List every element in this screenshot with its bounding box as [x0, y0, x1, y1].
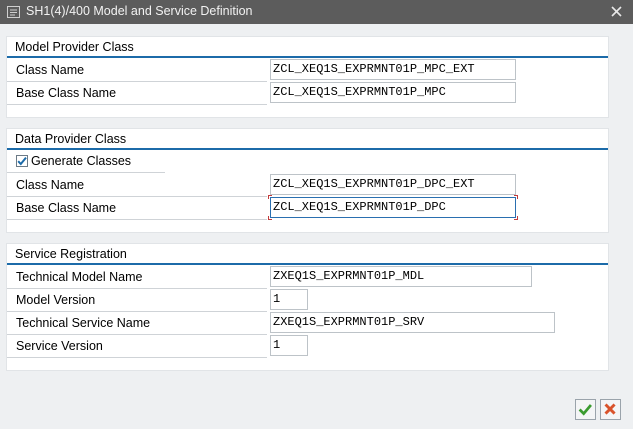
cancel-x-icon [604, 403, 616, 415]
data-provider-group: Data Provider Class Generate Classes Cla… [6, 128, 609, 233]
dialog-body: Model Provider Class Class Name ZCL_XEQ1… [0, 24, 633, 429]
focus-corner [514, 195, 518, 199]
dpc-base-class-label: Base Class Name [16, 201, 117, 215]
service-registration-group: Service Registration Technical Model Nam… [6, 243, 609, 371]
model-provider-group: Model Provider Class Class Name ZCL_XEQ1… [6, 36, 609, 118]
service-version-field[interactable]: 1 [270, 335, 308, 356]
model-version-label: Model Version [16, 293, 96, 307]
service-version-label: Service Version [16, 339, 103, 353]
focus-corner [514, 216, 518, 220]
tech-service-name-field[interactable]: ZXEQ1S_EXPRMNT01P_SRV [270, 312, 555, 333]
checkmark-icon [578, 404, 592, 416]
group-divider [7, 263, 608, 265]
tech-service-name-label: Technical Service Name [16, 316, 151, 330]
mpc-class-name-field[interactable]: ZCL_XEQ1S_EXPRMNT01P_MPC_EXT [270, 59, 516, 80]
group-title: Data Provider Class [15, 132, 127, 146]
row-divider [7, 219, 267, 220]
mpc-base-class-label: Base Class Name [16, 86, 117, 100]
window-titlebar: SH1(4)/400 Model and Service Definition [0, 0, 633, 24]
tech-model-name-label: Technical Model Name [16, 270, 143, 284]
group-title: Service Registration [15, 247, 127, 261]
row-divider [7, 357, 267, 358]
generate-classes-label: Generate Classes [31, 154, 132, 168]
row-divider [7, 288, 267, 289]
row-divider [7, 311, 267, 312]
row-divider [7, 334, 267, 335]
focus-corner [268, 195, 272, 199]
dpc-class-name-field[interactable]: ZCL_XEQ1S_EXPRMNT01P_DPC_EXT [270, 174, 516, 195]
tech-model-name-field[interactable]: ZXEQ1S_EXPRMNT01P_MDL [270, 266, 532, 287]
mpc-base-class-field[interactable]: ZCL_XEQ1S_EXPRMNT01P_MPC [270, 82, 516, 103]
generate-classes-checkbox[interactable] [16, 155, 28, 167]
ok-button[interactable] [575, 399, 596, 420]
window-title: SH1(4)/400 Model and Service Definition [26, 4, 253, 18]
dpc-base-class-field[interactable]: ZCL_XEQ1S_EXPRMNT01P_DPC [270, 197, 516, 218]
group-divider [7, 56, 608, 58]
group-divider [7, 148, 608, 150]
mpc-class-name-label: Class Name [16, 63, 85, 77]
focus-corner [268, 216, 272, 220]
model-version-field[interactable]: 1 [270, 289, 308, 310]
cancel-button[interactable] [600, 399, 621, 420]
dialog-icon [7, 6, 20, 18]
group-title: Model Provider Class [15, 40, 134, 54]
row-divider [7, 172, 165, 173]
dpc-class-name-label: Class Name [16, 178, 85, 192]
row-divider [7, 81, 267, 82]
row-divider [7, 104, 267, 105]
row-divider [7, 196, 267, 197]
close-icon[interactable] [608, 4, 625, 20]
